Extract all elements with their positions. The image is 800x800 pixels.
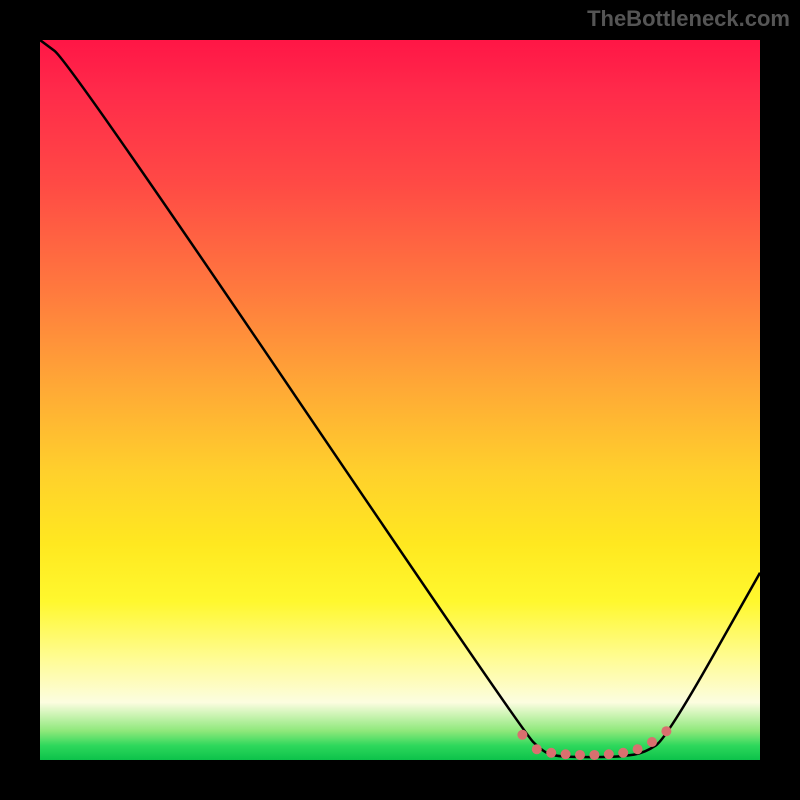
highlight-dot	[517, 730, 527, 740]
highlight-dot	[561, 749, 571, 759]
highlight-dot	[546, 748, 556, 758]
bottleneck-curve	[40, 40, 760, 757]
plot-area	[40, 40, 760, 760]
highlight-dot	[661, 726, 671, 736]
highlight-dot	[618, 748, 628, 758]
attribution-text: TheBottleneck.com	[587, 6, 790, 32]
highlight-dot	[633, 744, 643, 754]
highlight-dot	[589, 750, 599, 760]
highlight-dots-group	[517, 726, 671, 760]
highlight-dot	[575, 750, 585, 760]
highlight-dot	[604, 749, 614, 759]
highlight-dot	[647, 737, 657, 747]
chart-svg	[40, 40, 760, 760]
highlight-dot	[532, 744, 542, 754]
